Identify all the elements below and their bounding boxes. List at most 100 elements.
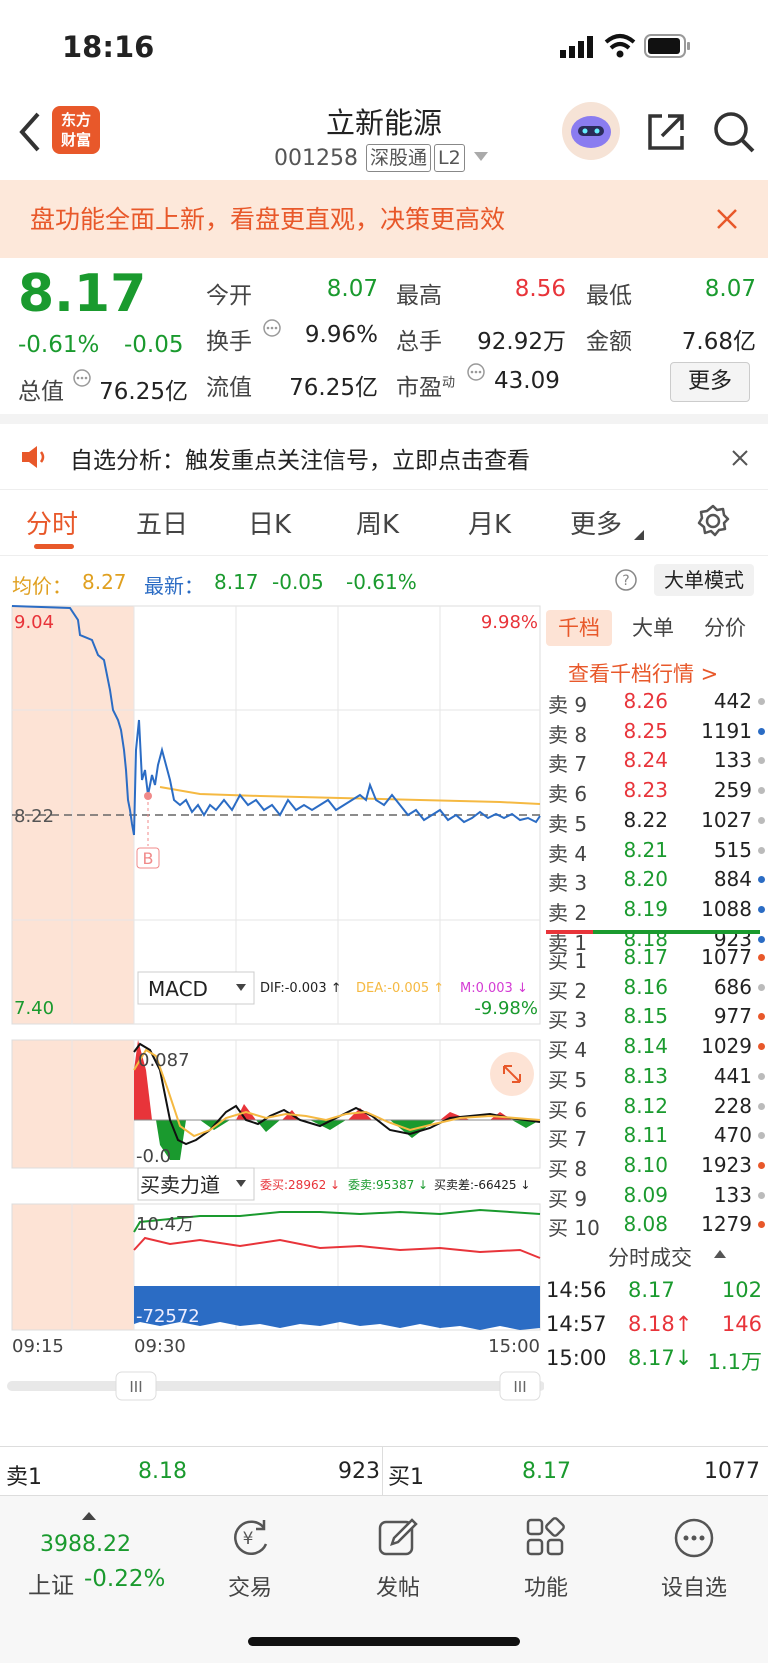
pe-label: 市盈动 bbox=[396, 368, 455, 402]
time-end-label: 15:00 bbox=[488, 1336, 540, 1357]
bid-volume: 686 bbox=[713, 974, 752, 999]
bid-label: 买 2 bbox=[548, 978, 588, 1003]
close-icon[interactable] bbox=[732, 450, 748, 466]
ask-row[interactable]: 卖 2 8.19 1088 bbox=[542, 894, 768, 925]
svg-text:?: ? bbox=[622, 573, 629, 589]
grid-icon bbox=[526, 1517, 565, 1556]
ask-volume: 1191 bbox=[701, 718, 752, 743]
trade-volume: 146 bbox=[721, 1312, 762, 1336]
ask-row[interactable]: 卖 9 8.26 442 bbox=[542, 686, 768, 717]
bid-row[interactable]: 买 1 8.17 1077 bbox=[542, 942, 768, 973]
bid-row[interactable]: 买 2 8.16 686 bbox=[542, 972, 768, 1003]
nav-functions[interactable]: 功能 bbox=[486, 1516, 606, 1602]
bid-price: 8.11 bbox=[623, 1123, 668, 1148]
promo-banner[interactable]: 盘功能全面上新，看盘更直观，决策更高效 bbox=[0, 180, 768, 258]
index-name: 上证 bbox=[28, 1573, 74, 1599]
index-ticker[interactable]: 3988.22 上证 -0.22% bbox=[10, 1504, 170, 1604]
pre-market-shade bbox=[12, 1040, 134, 1168]
latest-value: 8.17 bbox=[214, 570, 259, 594]
order-dot-icon bbox=[758, 787, 765, 795]
pct-top-label: 9.98% bbox=[481, 612, 538, 633]
settings-icon[interactable] bbox=[696, 504, 730, 538]
ask-label: 卖 8 bbox=[548, 722, 588, 747]
bid-row[interactable]: 买 4 8.14 1029 bbox=[542, 1031, 768, 1062]
book-tab-big-order[interactable]: 大单 bbox=[632, 610, 674, 646]
trades-title[interactable]: 分时成交 bbox=[608, 1242, 692, 1272]
ask-row[interactable]: 卖 3 8.20 884 bbox=[542, 864, 768, 895]
bid-volume: 470 bbox=[713, 1123, 752, 1148]
book-tab-price-dist[interactable]: 分价 bbox=[704, 610, 746, 646]
price-info-line: 均价： 8.27 最新： 8.17 -0.05 -0.61% ? 大单模式 bbox=[0, 556, 768, 604]
marker-label: B bbox=[143, 849, 154, 868]
ask-row[interactable]: 卖 5 8.22 1027 bbox=[542, 805, 768, 836]
float-cap-label: 流值 bbox=[206, 375, 252, 401]
view-depth-link[interactable]: 查看千档行情 > bbox=[568, 658, 718, 688]
float-cap-value: 76.25亿 bbox=[289, 375, 378, 401]
tab-five-day[interactable]: 五日 bbox=[136, 504, 188, 541]
pct-bottom-label: -9.98% bbox=[474, 998, 538, 1019]
turnover-label: 换手 bbox=[206, 329, 252, 355]
latest-change-pct: -0.61% bbox=[346, 570, 417, 594]
info-icon[interactable] bbox=[262, 318, 282, 338]
order-dot-icon bbox=[758, 905, 765, 913]
ask-row[interactable]: 卖 8 8.25 1191 bbox=[542, 716, 768, 747]
book-tab-level[interactable]: 千档 bbox=[546, 610, 612, 646]
m-value: M:0.003 ↓ bbox=[460, 981, 528, 996]
more-button[interactable]: 更多 bbox=[670, 362, 750, 402]
bid-ask-ratio-bar bbox=[546, 930, 760, 934]
ask-price: 8.22 bbox=[623, 807, 668, 832]
info-icon[interactable] bbox=[466, 362, 486, 382]
more-triangle-icon bbox=[634, 530, 644, 540]
collapse-triangle-icon[interactable] bbox=[714, 1250, 726, 1258]
tab-daily-k[interactable]: 日K bbox=[248, 504, 291, 541]
dropdown-triangle-icon[interactable] bbox=[474, 152, 488, 162]
help-icon[interactable]: ? bbox=[614, 568, 638, 592]
tab-monthly-k[interactable]: 月K bbox=[468, 504, 511, 541]
bid-price: 8.10 bbox=[623, 1152, 668, 1177]
ask-volume: 1088 bbox=[701, 896, 752, 921]
amount-label: 金额 bbox=[586, 329, 632, 355]
bid-row[interactable]: 买 7 8.11 470 bbox=[542, 1120, 768, 1151]
bid-row[interactable]: 买 8 8.10 1923 bbox=[542, 1150, 768, 1181]
ask-price: 8.20 bbox=[623, 867, 668, 892]
analysis-notice[interactable]: 自选分析：触发重点关注信号，立即点击查看 bbox=[0, 424, 768, 490]
nav-watchlist[interactable]: 设自选 bbox=[634, 1516, 754, 1602]
nav-post-label: 发帖 bbox=[375, 1576, 420, 1601]
divider bbox=[0, 414, 768, 424]
bid-row[interactable]: 买 9 8.09 133 bbox=[542, 1180, 768, 1211]
ask-label: 卖 2 bbox=[548, 900, 588, 925]
close-icon[interactable] bbox=[716, 208, 738, 230]
speaker-icon bbox=[22, 446, 45, 468]
y-mid-label: 8.22 bbox=[14, 806, 54, 827]
order-dot-icon bbox=[758, 846, 765, 854]
bid-row[interactable]: 买 5 8.13 441 bbox=[542, 1061, 768, 1092]
tab-more[interactable]: 更多 bbox=[570, 504, 622, 541]
nav-trade[interactable]: ¥ 交易 bbox=[190, 1516, 310, 1602]
ask-label: 卖 6 bbox=[548, 782, 588, 807]
trade-time: 15:00 bbox=[546, 1346, 607, 1370]
assistant-avatar[interactable] bbox=[562, 102, 620, 160]
bid-volume: 1029 bbox=[701, 1034, 752, 1059]
volume-label: 总手 bbox=[396, 329, 442, 355]
bid-row[interactable]: 买 3 8.15 977 bbox=[542, 1001, 768, 1032]
header: 东方 财富 立新能源 001258 深股通 L2 bbox=[0, 96, 768, 180]
level-tag: L2 bbox=[434, 144, 465, 172]
trade-time: 14:56 bbox=[546, 1278, 607, 1302]
intraday-chart[interactable]: B 9.04 8.22 7.40 9.98% -9.98% MACD DIF:-… bbox=[0, 600, 544, 1430]
share-icon[interactable] bbox=[646, 112, 686, 152]
bid-row[interactable]: 买 10 8.08 1279 bbox=[542, 1209, 768, 1240]
dea-value: DEA:-0.005 ↑ bbox=[356, 981, 444, 996]
tab-intraday[interactable]: 分时 bbox=[26, 504, 78, 541]
ask-row[interactable]: 卖 7 8.24 133 bbox=[542, 745, 768, 776]
bid-row[interactable]: 买 6 8.12 228 bbox=[542, 1091, 768, 1122]
summary-bid-price: 8.17 bbox=[522, 1459, 571, 1484]
ask-row[interactable]: 卖 6 8.23 259 bbox=[542, 775, 768, 807]
nav-post[interactable]: 发帖 bbox=[338, 1516, 458, 1602]
ask-row[interactable]: 卖 4 8.21 515 bbox=[542, 835, 768, 866]
slider-handle-grip: III bbox=[513, 1378, 526, 1396]
big-order-mode-button[interactable]: 大单模式 bbox=[654, 564, 754, 596]
search-icon[interactable] bbox=[712, 110, 756, 154]
info-icon[interactable] bbox=[72, 368, 92, 388]
force-selector-label: 买卖力道 bbox=[140, 1173, 220, 1197]
tab-weekly-k[interactable]: 周K bbox=[356, 504, 399, 541]
